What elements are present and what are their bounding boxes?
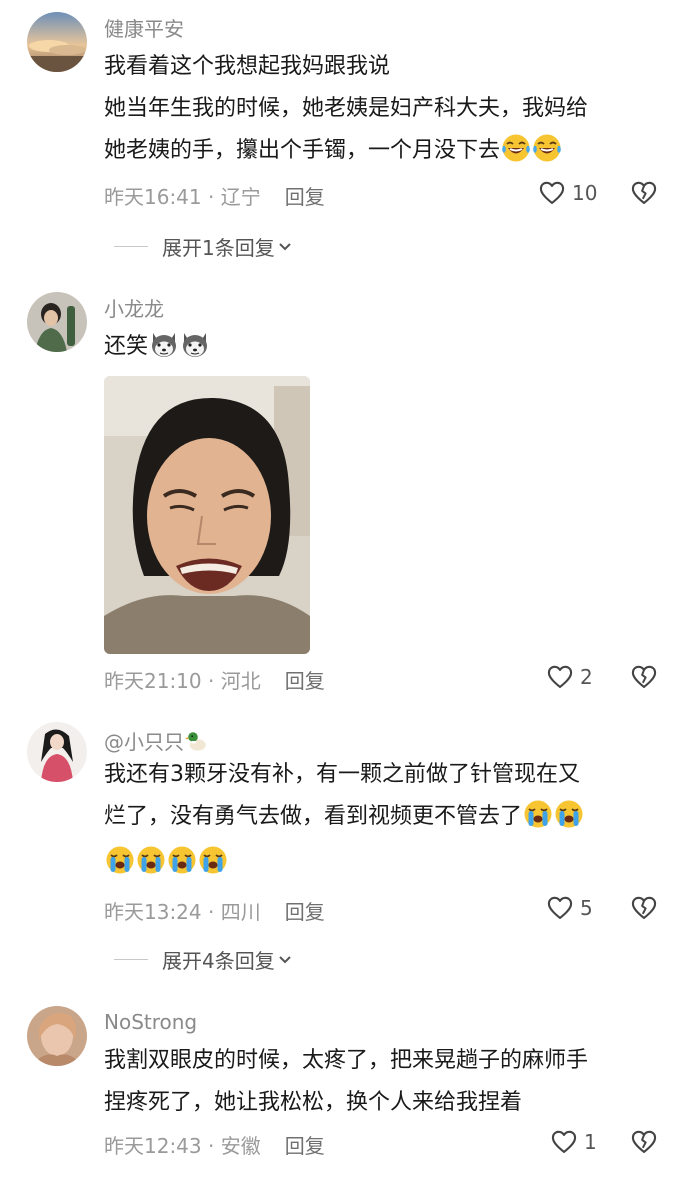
like-count: 2	[580, 665, 593, 689]
comment-line: 烂了，没有勇气去做，看到视频更不管去了	[104, 796, 664, 838]
comment-line-text: 还笑	[104, 334, 149, 359]
loudly-crying-emoji	[198, 845, 228, 875]
comment-text: 还笑	[104, 326, 664, 368]
comment-item: 小龙龙 还笑 昨天21:10 · 河北 回复 2	[0, 280, 690, 700]
chevron-down-icon	[279, 242, 291, 250]
username[interactable]: NoStrong	[104, 1010, 197, 1034]
comment-line: 我割双眼皮的时候，太疼了，把来晃趟子的麻师手	[104, 1048, 589, 1073]
heart-outline-icon	[546, 894, 574, 922]
comment-item: @小只只 我还有3颗牙没有补，有一颗之前做了针管现在又 烂了，没有勇气去做，看到…	[0, 700, 690, 1000]
time-location: 昨天13:24 · 四川	[104, 900, 261, 924]
reply-button[interactable]: 回复	[285, 185, 325, 209]
comment-line: 我还有3颗牙没有补，有一颗之前做了针管现在又	[104, 762, 580, 787]
comment-item: NoStrong 我割双眼皮的时候，太疼了，把来晃趟子的麻师手 捏疼死了，她让我…	[0, 1000, 690, 1180]
loudly-crying-emoji	[105, 845, 135, 875]
comment-meta: 昨天16:41 · 辽宁 回复	[104, 181, 325, 210]
broken-heart-icon[interactable]	[630, 179, 658, 207]
expand-replies-label: 展开1条回复	[162, 236, 275, 260]
avatar[interactable]	[27, 1006, 87, 1066]
like-button[interactable]: 10	[538, 179, 608, 207]
heart-outline-icon	[538, 179, 566, 207]
like-count: 10	[572, 181, 598, 205]
divider-line	[114, 959, 148, 960]
expand-replies-label: 展开4条回复	[162, 949, 275, 973]
heart-outline-icon	[546, 663, 574, 691]
husky-dog-emoji	[149, 329, 179, 359]
comment-line: 还笑	[104, 326, 664, 368]
username[interactable]: 健康平安	[104, 13, 184, 42]
time-location: 昨天12:43 · 安徽	[104, 1134, 261, 1158]
comment-line-text: 她老姨的手，攥出个手镯，一个月没下去	[104, 138, 501, 163]
laughing-crying-emoji	[501, 133, 531, 163]
loudly-crying-emoji	[523, 799, 553, 829]
comment-line-text: 烂了，没有勇气去做，看到视频更不管去了	[104, 804, 523, 829]
loudly-crying-emoji	[554, 799, 584, 829]
loudly-crying-emoji	[136, 845, 166, 875]
comment-line: 捏疼死了，她让我松松，换个人来给我捏着	[104, 1090, 523, 1115]
comment-meta: 昨天13:24 · 四川 回复	[104, 896, 325, 925]
expand-replies-button[interactable]: 展开4条回复	[114, 945, 295, 974]
time-location: 昨天21:10 · 河北	[104, 669, 261, 693]
expand-replies-button[interactable]: 展开1条回复	[114, 232, 295, 261]
avatar[interactable]	[27, 292, 87, 352]
chevron-down-icon	[279, 955, 291, 963]
comment-text: 我还有3颗牙没有补，有一颗之前做了针管现在又 烂了，没有勇气去做，看到视频更不管…	[104, 754, 664, 884]
comment-line	[104, 842, 664, 884]
laughing-crying-emoji	[532, 133, 562, 163]
username[interactable]: @小只只	[104, 726, 209, 755]
avatar[interactable]	[27, 12, 87, 72]
husky-dog-emoji	[180, 329, 210, 359]
comment-meta: 昨天12:43 · 安徽 回复	[104, 1130, 325, 1159]
comment-meta: 昨天21:10 · 河北 回复	[104, 665, 325, 694]
comment-text: 我看着这个我想起我妈跟我说 她当年生我的时候，她老姨是妇产科大夫，我妈给 她老姨…	[104, 46, 664, 172]
username-text: @小只只	[104, 730, 184, 754]
like-button[interactable]: 1	[550, 1128, 620, 1156]
loudly-crying-emoji	[167, 845, 197, 875]
time-location: 昨天16:41 · 辽宁	[104, 185, 261, 209]
username[interactable]: 小龙龙	[104, 293, 164, 322]
like-button[interactable]: 2	[546, 663, 616, 691]
comment-line: 她老姨的手，攥出个手镯，一个月没下去	[104, 130, 664, 172]
like-count: 5	[580, 896, 593, 920]
heart-outline-icon	[550, 1128, 578, 1156]
like-count: 1	[584, 1130, 597, 1154]
like-button[interactable]: 5	[546, 894, 616, 922]
comment-item: 健康平安 我看着这个我想起我妈跟我说 她当年生我的时候，她老姨是妇产科大夫，我妈…	[0, 0, 690, 280]
broken-heart-icon[interactable]	[630, 663, 658, 691]
reply-button[interactable]: 回复	[285, 1134, 325, 1158]
comment-text: 我割双眼皮的时候，太疼了，把来晃趟子的麻师手 捏疼死了，她让我松松，换个人来给我…	[104, 1040, 664, 1124]
avatar[interactable]	[27, 722, 87, 782]
reply-button[interactable]: 回复	[285, 669, 325, 693]
comment-line: 她当年生我的时候，她老姨是妇产科大夫，我妈给	[104, 96, 589, 121]
duck-emoji	[185, 729, 209, 753]
divider-line	[114, 246, 148, 247]
comment-line: 我看着这个我想起我妈跟我说	[104, 54, 391, 79]
broken-heart-icon[interactable]	[630, 894, 658, 922]
broken-heart-icon[interactable]	[630, 1128, 658, 1156]
comment-photo[interactable]	[104, 376, 310, 654]
reply-button[interactable]: 回复	[285, 900, 325, 924]
